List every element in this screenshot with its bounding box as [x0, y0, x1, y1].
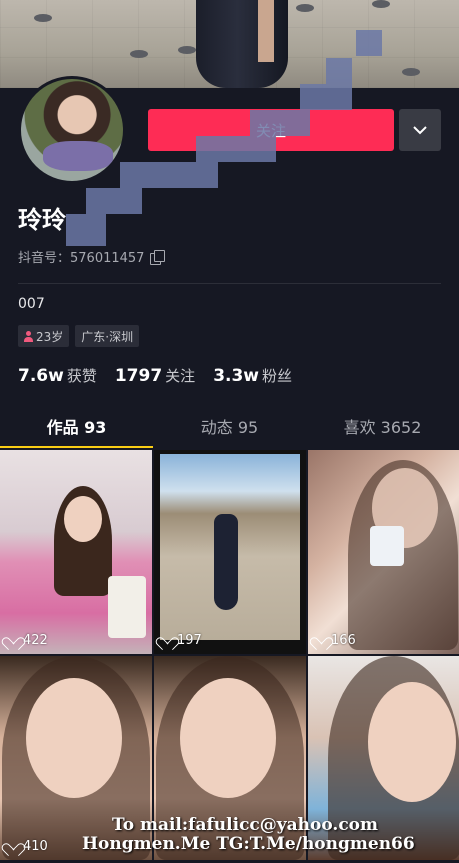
douyin-id: 抖音号：576011457 — [18, 247, 166, 266]
more-options-button[interactable] — [399, 109, 441, 151]
like-count-text: 422 — [23, 633, 48, 648]
stat-label: 粉丝 — [262, 367, 293, 385]
video-thumbnail[interactable]: 422 — [0, 450, 152, 654]
profile-tags: 23岁 广东·深圳 — [18, 325, 140, 347]
douyin-id-text: 抖音号：576011457 — [18, 251, 145, 266]
heart-icon — [6, 841, 19, 853]
bio: 007 — [18, 296, 45, 312]
likes-stat[interactable]: 7.6w 获赞 — [18, 365, 97, 386]
age-tag: 23岁 — [18, 325, 70, 347]
tab-posts[interactable]: 动态 95 — [153, 404, 306, 448]
tab-liked[interactable]: 喜欢 3652 — [306, 404, 459, 448]
profile-tabs: 作品 93 动态 95 喜欢 3652 — [0, 404, 459, 448]
like-count: 166 — [314, 633, 356, 648]
heart-icon — [6, 635, 19, 647]
person-icon — [24, 330, 33, 342]
chevron-down-icon — [413, 126, 427, 135]
stat-value: 1797 — [114, 366, 163, 386]
like-count: 197 — [160, 633, 202, 648]
stat-value: 7.6w — [18, 366, 64, 386]
video-thumbnail[interactable]: 166 — [308, 450, 459, 654]
location-tag-label: 广东·深圳 — [81, 329, 134, 344]
stat-value: 3.3w — [213, 366, 260, 386]
like-count-text: 197 — [177, 633, 202, 648]
following-stat[interactable]: 1797 关注 — [115, 365, 195, 386]
video-thumbnail[interactable]: 197 — [154, 450, 306, 654]
profile-stats: 7.6w 获赞 1797 关注 3.3w 粉丝 — [18, 365, 292, 386]
location-tag: 广东·深圳 — [75, 325, 140, 347]
divider — [18, 283, 441, 284]
watermark-line-2: Hongmen.Me TG:T.Me/hongmen66 — [82, 834, 415, 854]
profile-banner-image — [0, 0, 459, 88]
stat-label: 关注 — [165, 367, 196, 385]
copy-icon[interactable] — [150, 249, 166, 265]
tab-works[interactable]: 作品 93 — [0, 404, 153, 448]
avatar[interactable] — [18, 76, 126, 184]
like-count: 422 — [6, 633, 48, 648]
stat-label: 获赞 — [66, 367, 97, 385]
heart-icon — [160, 635, 173, 647]
like-count: 410 — [6, 839, 48, 854]
profile-name: 玲玲 — [18, 206, 66, 234]
age-tag-label: 23岁 — [36, 329, 64, 344]
followers-stat[interactable]: 3.3w 粉丝 — [213, 365, 292, 386]
heart-icon — [314, 635, 327, 647]
watermark-line-1: To mail:fafulicc@yahoo.com — [112, 815, 378, 835]
like-count-text: 410 — [23, 839, 48, 854]
like-count-text: 166 — [331, 633, 356, 648]
